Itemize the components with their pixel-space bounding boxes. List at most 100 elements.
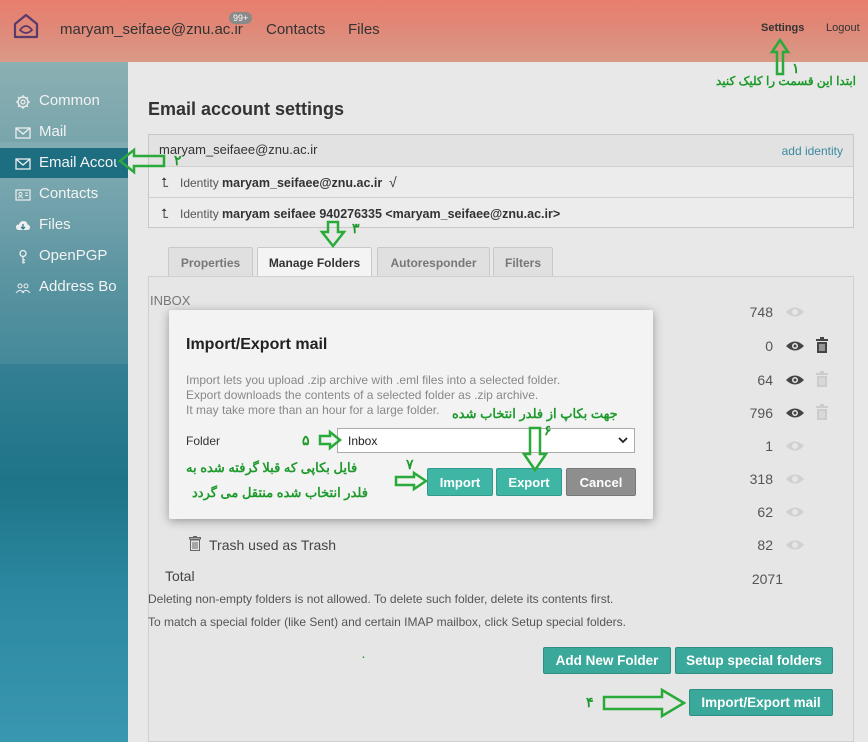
account-row[interactable]: maryam_seifaee@znu.ac.ir add identity xyxy=(149,135,853,166)
app-logo-icon[interactable] xyxy=(12,12,40,40)
identity-text: Identity maryam_seifaee@znu.ac.ir xyxy=(180,176,382,190)
annotation-arrow-up xyxy=(769,37,791,76)
folder-select[interactable]: Inbox xyxy=(337,428,635,453)
folder-select-value: Inbox xyxy=(348,434,378,448)
folder-count: 796 xyxy=(749,405,773,421)
annotation-arrow-right xyxy=(318,429,343,451)
envelope-icon xyxy=(15,127,31,139)
import-export-mail-button[interactable]: Import/Export mail xyxy=(689,689,833,716)
folder-count: 0 xyxy=(765,338,773,354)
annotation-step6-text: جهت بکاپ از فلدر انتخاب شده xyxy=(452,406,618,421)
folder-count: 64 xyxy=(757,372,773,388)
settings-link[interactable]: Settings xyxy=(761,22,804,34)
eye-icon[interactable] xyxy=(785,506,805,518)
tab-autoresponder[interactable]: Autoresponder xyxy=(377,247,490,277)
annotation-step7-text-b: فلدر انتخاب شده منتقل می گردد xyxy=(192,485,368,500)
total-value: 2071 xyxy=(751,571,783,587)
identity-text: Identity maryam seifaee 940276335 <marya… xyxy=(180,207,560,221)
return-arrow-icon: ⮤ xyxy=(161,206,169,221)
folder-count: 318 xyxy=(749,471,773,487)
identity-prefix: Identity xyxy=(180,176,219,190)
sidebar-item-mail[interactable]: Mail xyxy=(0,117,128,147)
top-bar: maryam_seifaee@znu.ac.ir 99+ Contacts Fi… xyxy=(0,0,868,62)
eye-icon[interactable] xyxy=(785,340,805,352)
trash-icon xyxy=(816,404,828,420)
dialog-title: Import/Export mail xyxy=(186,336,328,353)
account-email: maryam_seifaee@znu.ac.ir xyxy=(159,142,318,157)
cloud-download-icon xyxy=(16,221,30,230)
top-contacts-link[interactable]: Contacts xyxy=(266,21,325,38)
eye-icon[interactable] xyxy=(785,306,805,318)
envelope-icon xyxy=(15,158,31,170)
add-new-folder-button[interactable]: Add New Folder xyxy=(543,647,671,674)
top-user-email[interactable]: maryam_seifaee@znu.ac.ir xyxy=(60,21,243,38)
annotation-arrow-left xyxy=(117,147,166,175)
folder-row-trash[interactable]: Trash used as Trash 82 xyxy=(169,530,829,560)
annotation-number: ۲ xyxy=(174,152,182,168)
eye-icon[interactable] xyxy=(785,407,805,419)
folders-note-delete: Deleting non-empty folders is not allowe… xyxy=(148,592,614,606)
cancel-button[interactable]: Cancel xyxy=(566,468,636,496)
trash-folder-icon xyxy=(189,536,201,551)
gear-icon xyxy=(16,95,30,109)
export-button[interactable]: Export xyxy=(496,468,562,496)
tab-filters[interactable]: Filters xyxy=(493,247,553,277)
checkmark-icon: √ xyxy=(389,174,397,190)
add-identity-link[interactable]: add identity xyxy=(782,144,843,158)
dialog-desc-line: Import lets you upload .zip archive with… xyxy=(186,373,561,387)
tab-properties[interactable]: Properties xyxy=(168,247,253,277)
people-icon xyxy=(15,283,31,294)
return-arrow-icon: ⮤ xyxy=(161,175,169,190)
page-title: Email account settings xyxy=(148,99,345,119)
logout-link[interactable]: Logout xyxy=(826,22,860,34)
top-files-link[interactable]: Files xyxy=(348,21,380,38)
eye-icon[interactable] xyxy=(785,374,805,386)
sidebar-item-files[interactable]: Files xyxy=(0,210,128,240)
tab-manage-folders[interactable]: Manage Folders xyxy=(257,247,372,278)
identity-row[interactable]: ⮤ Identity maryam seifaee 940276335 <mar… xyxy=(149,197,853,228)
identity-name: maryam_seifaee@znu.ac.ir xyxy=(222,176,383,190)
annotation-number: ۳ xyxy=(352,220,360,236)
annotation-number: ۵ xyxy=(302,432,310,448)
annotation-step7-text-a: فایل بکاپی که قبلا گرفته شده به xyxy=(186,460,358,475)
identities-box: maryam_seifaee@znu.ac.ir add identity ⮤ … xyxy=(148,134,854,228)
import-button[interactable]: Import xyxy=(427,468,493,496)
annotation-number: ۴ xyxy=(586,694,594,710)
sidebar-item-openpgp[interactable]: OpenPGP xyxy=(0,241,128,271)
eye-icon[interactable] xyxy=(785,440,805,452)
dialog-desc-line: Export downloads the contents of a selec… xyxy=(186,388,539,402)
annotation-step1-text: ابتدا این قسمت را کلیک کنید xyxy=(716,74,856,88)
total-label: Total xyxy=(165,568,195,584)
sidebar-item-label: Email Accounts xyxy=(39,154,117,171)
sidebar-item-label: Files xyxy=(39,216,71,233)
annotation-arrow-right xyxy=(394,470,429,492)
chevron-down-icon xyxy=(618,437,628,444)
folder-count: 1 xyxy=(765,438,773,454)
unread-badge: 99+ xyxy=(229,12,253,24)
sidebar-item-common[interactable]: Common xyxy=(0,86,128,116)
sidebar-item-contacts[interactable]: Contacts xyxy=(0,179,128,209)
sidebar-item-address-book[interactable]: Address Book xyxy=(0,272,128,302)
eye-icon[interactable] xyxy=(785,473,805,485)
sidebar-item-label: Common xyxy=(39,92,100,109)
sidebar-item-label: Contacts xyxy=(39,185,99,202)
sidebar-item-email-accounts[interactable]: Email Accounts xyxy=(0,148,128,178)
annotation-arrow-down xyxy=(521,426,549,473)
annotation-number: ۷ xyxy=(406,456,414,472)
sidebar-item-label: OpenPGP xyxy=(39,247,108,264)
identity-prefix: Identity xyxy=(180,207,219,221)
sidebar-item-label: Mail xyxy=(39,123,67,140)
identity-row[interactable]: ⮤ Identity maryam_seifaee@znu.ac.ir √ xyxy=(149,166,853,197)
trash-icon[interactable] xyxy=(815,337,829,353)
folder-total-row: Total 2071 xyxy=(165,561,829,591)
folder-count: 62 xyxy=(757,504,773,520)
annotation-dot: . xyxy=(362,650,365,661)
eye-icon[interactable] xyxy=(785,539,805,551)
folder-name: INBOX xyxy=(150,293,191,308)
key-icon xyxy=(19,249,27,264)
annotation-arrow-down xyxy=(319,220,347,249)
annotation-arrow-right xyxy=(602,687,687,719)
setup-special-folders-button[interactable]: Setup special folders xyxy=(675,647,833,674)
identity-name: maryam seifaee 940276335 <maryam_seifaee… xyxy=(222,207,561,221)
sidebar-item-label: Address Book xyxy=(39,278,117,295)
